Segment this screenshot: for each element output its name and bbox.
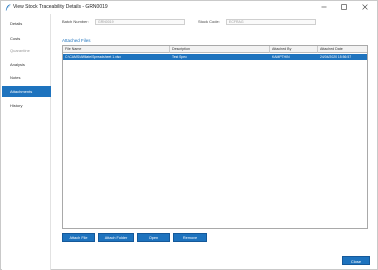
sidebar-item-analysis[interactable]: Analysis (2, 59, 51, 70)
minimize-button[interactable] (315, 1, 333, 13)
cell-attached-date: 24/04/2020 15:56:57 (320, 55, 352, 59)
title-bar[interactable]: View Stock Traceability Details - GRN001… (1, 1, 377, 14)
sidebar-item-quarantine[interactable]: Quarantine (2, 45, 51, 56)
cell-attached-by: KAMPTHIN (272, 55, 290, 59)
sidebar-item-history[interactable]: History (2, 100, 51, 111)
minimize-icon (321, 6, 327, 8)
attach-file-button[interactable]: Attach File (62, 233, 95, 242)
open-button[interactable]: Open (137, 233, 170, 242)
stock-code-label: Stock Code: (198, 19, 220, 24)
attached-files-table[interactable]: File Name Description Attached By Attach… (62, 45, 368, 229)
window-title: View Stock Traceability Details - GRN001… (13, 4, 108, 10)
app-feather-icon (5, 4, 11, 11)
stock-code-field[interactable]: ECFRAG (226, 19, 316, 25)
close-button[interactable]: Close (342, 256, 370, 265)
column-header-attached-date[interactable]: Attached Date (318, 46, 367, 53)
column-header-file-name[interactable]: File Name (63, 46, 170, 53)
batch-number-label: Batch Number: (62, 19, 89, 24)
table-row[interactable]: C:\CAMS\Affiliate\Spreadsheet 1.xlsx Tes… (63, 54, 367, 60)
sidebar-item-notes[interactable]: Notes (2, 72, 51, 83)
batch-number-field[interactable]: GRN0019 (95, 19, 185, 25)
sidebar-nav: Details Costs Quarantine Analysis Notes … (2, 14, 51, 270)
column-header-attached-by[interactable]: Attached By (270, 46, 318, 53)
close-window-button[interactable] (356, 1, 374, 13)
column-header-description[interactable]: Description (170, 46, 270, 53)
cell-file-name: C:\CAMS\Affiliate\Spreadsheet 1.xlsx (65, 55, 121, 59)
maximize-icon (341, 4, 347, 10)
attach-folder-button[interactable]: Attach Folder (98, 233, 134, 242)
cell-description: Test Spec (172, 55, 187, 59)
sidebar-item-attachments[interactable]: Attachments (2, 86, 51, 97)
sidebar-item-costs[interactable]: Costs (2, 33, 51, 44)
close-icon (362, 4, 368, 10)
table-header: File Name Description Attached By Attach… (63, 46, 367, 53)
remove-button[interactable]: Remove (173, 233, 207, 242)
maximize-button[interactable] (335, 1, 353, 13)
attached-files-title: Attached Files (62, 38, 91, 43)
sidebar-item-details[interactable]: Details (2, 18, 51, 29)
dialog-window: View Stock Traceability Details - GRN001… (0, 0, 378, 270)
